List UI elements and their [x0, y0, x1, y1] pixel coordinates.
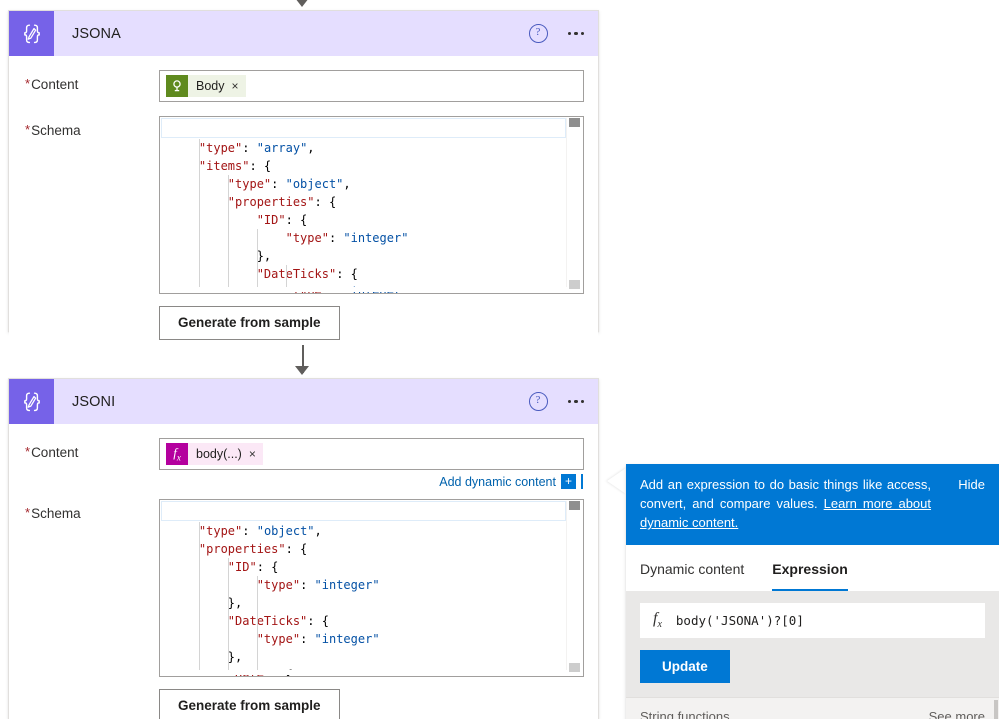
add-dynamic-content-link[interactable]: Add dynamic content — [439, 475, 556, 489]
card-header-actions: ? — [528, 379, 587, 424]
content-label-text: Content — [31, 77, 79, 92]
content-field-control: fx body(...) × Add dynamic content + — [159, 438, 584, 489]
fx-icon: fx — [653, 610, 662, 631]
indent-guide — [228, 558, 229, 674]
token-remove-icon[interactable]: × — [249, 443, 263, 465]
content-input[interactable]: fx body(...) × — [159, 438, 584, 470]
expression-function-category-row: String functions See more — [626, 697, 999, 719]
generate-from-sample-button[interactable]: Generate from sample — [159, 306, 340, 340]
expression-input[interactable]: fx body('JSONA')?[0] — [640, 603, 985, 638]
indent-guide — [199, 522, 200, 674]
indent-guide — [257, 229, 258, 291]
expression-editor-body: fx body('JSONA')?[0] Update — [626, 591, 999, 697]
schema-code-text: { "type": "array", "items": { "type": "o… — [170, 123, 409, 293]
generate-from-sample-button[interactable]: Generate from sample — [159, 689, 340, 719]
ellipsis-icon[interactable] — [566, 396, 587, 408]
token-remove-icon[interactable]: × — [232, 75, 246, 97]
see-more-link[interactable]: See more — [929, 709, 985, 719]
schema-scrollbar-horizontal[interactable] — [161, 287, 567, 292]
expression-panel: Hide Add an expression to do basic thing… — [626, 464, 999, 719]
field-row-content: *Content Body × — [9, 70, 598, 102]
token-chip-body[interactable]: Body × — [166, 75, 246, 97]
add-dynamic-content-row: Add dynamic content + — [159, 474, 584, 489]
fx-icon: fx — [166, 443, 188, 465]
arrow-down-icon-middle — [295, 366, 309, 375]
content-label: *Content — [25, 70, 159, 92]
content-input[interactable]: Body × — [159, 70, 584, 102]
plus-icon[interactable]: + — [561, 474, 576, 489]
token-chip-label: body(...) — [196, 447, 242, 461]
schema-field-control: { "type": "object", "properties": { "ID"… — [159, 499, 584, 677]
card-body-jsona: *Content Body × *Schema "type": "array",… — [9, 56, 598, 356]
sharepoint-icon — [166, 75, 188, 97]
schema-code-editor[interactable]: { "type": "object", "properties": { "ID"… — [159, 499, 584, 677]
field-row-content: *Content fx body(...) × Add dynamic cont… — [9, 438, 598, 489]
hide-banner-link[interactable]: Hide — [958, 475, 985, 494]
schema-label: *Schema — [25, 116, 159, 138]
indent-guide — [228, 175, 229, 291]
generate-button-wrap: Generate from sample — [9, 677, 598, 719]
card-body-jsoni: *Content fx body(...) × Add dynamic cont… — [9, 424, 598, 719]
expression-input-value: body('JSONA')?[0] — [675, 613, 804, 628]
schema-label-text: Schema — [31, 506, 81, 521]
expression-panel-scrollbar[interactable] — [993, 698, 999, 719]
content-label-text: Content — [31, 445, 79, 460]
required-marker: * — [25, 505, 31, 520]
generate-button-wrap: Generate from sample — [9, 294, 598, 340]
arrow-down-icon-top — [295, 0, 309, 7]
update-button[interactable]: Update — [640, 650, 730, 683]
function-category-label: String functions — [640, 708, 730, 719]
content-label: *Content — [25, 438, 159, 460]
parse-json-icon — [9, 11, 54, 56]
schema-scrollbar-vertical[interactable] — [566, 118, 582, 292]
card-header-jsoni[interactable]: JSONI ? — [9, 379, 598, 424]
required-marker: * — [25, 122, 31, 137]
parse-json-icon — [9, 379, 54, 424]
active-line-highlight — [161, 501, 566, 521]
token-chip-expression[interactable]: fx body(...) × — [166, 443, 263, 465]
schema-scrollbar-vertical[interactable] — [566, 501, 582, 675]
card-header-jsona[interactable]: JSONA ? — [9, 11, 598, 56]
indent-guide — [257, 576, 258, 674]
help-circle-icon[interactable]: ? — [528, 392, 548, 411]
field-row-schema: *Schema { "type": "array", "items": { "t… — [9, 116, 598, 294]
schema-label-text: Schema — [31, 123, 81, 138]
tab-dynamic-content[interactable]: Dynamic content — [640, 545, 744, 591]
ellipsis-icon[interactable] — [566, 28, 587, 40]
flow-card-jsoni[interactable]: JSONI ? *Content fx body(...) × Add dyna… — [8, 378, 599, 719]
callout-beak — [607, 468, 626, 494]
schema-label: *Schema — [25, 499, 159, 521]
active-line-highlight — [161, 118, 566, 138]
card-header-actions: ? — [528, 11, 587, 56]
schema-code-text: { "type": "object", "properties": { "ID"… — [170, 506, 380, 676]
tab-expression[interactable]: Expression — [772, 545, 849, 591]
flow-designer-canvas: JSONA ? *Content Body × *Schema "type": … — [0, 0, 999, 719]
card-title: JSONA — [72, 25, 121, 42]
schema-field-control: { "type": "array", "items": { "type": "o… — [159, 116, 584, 294]
help-circle-icon[interactable]: ? — [528, 24, 548, 43]
flow-card-jsona[interactable]: JSONA ? *Content Body × *Schema "type": … — [8, 10, 599, 356]
content-field-control: Body × — [159, 70, 584, 102]
required-marker: * — [25, 76, 31, 91]
indent-guide — [199, 139, 200, 291]
add-dynamic-caret — [581, 474, 583, 489]
expression-panel-tabs: Dynamic content Expression — [626, 545, 999, 591]
schema-scrollbar-horizontal[interactable] — [161, 670, 567, 675]
card-title: JSONI — [72, 393, 116, 410]
schema-code-editor[interactable]: { "type": "array", "items": { "type": "o… — [159, 116, 584, 294]
expression-info-banner: Hide Add an expression to do basic thing… — [626, 464, 999, 545]
required-marker: * — [25, 444, 31, 459]
field-row-schema: *Schema { "type": "object", "properties"… — [9, 499, 598, 677]
token-chip-label: Body — [196, 79, 225, 93]
